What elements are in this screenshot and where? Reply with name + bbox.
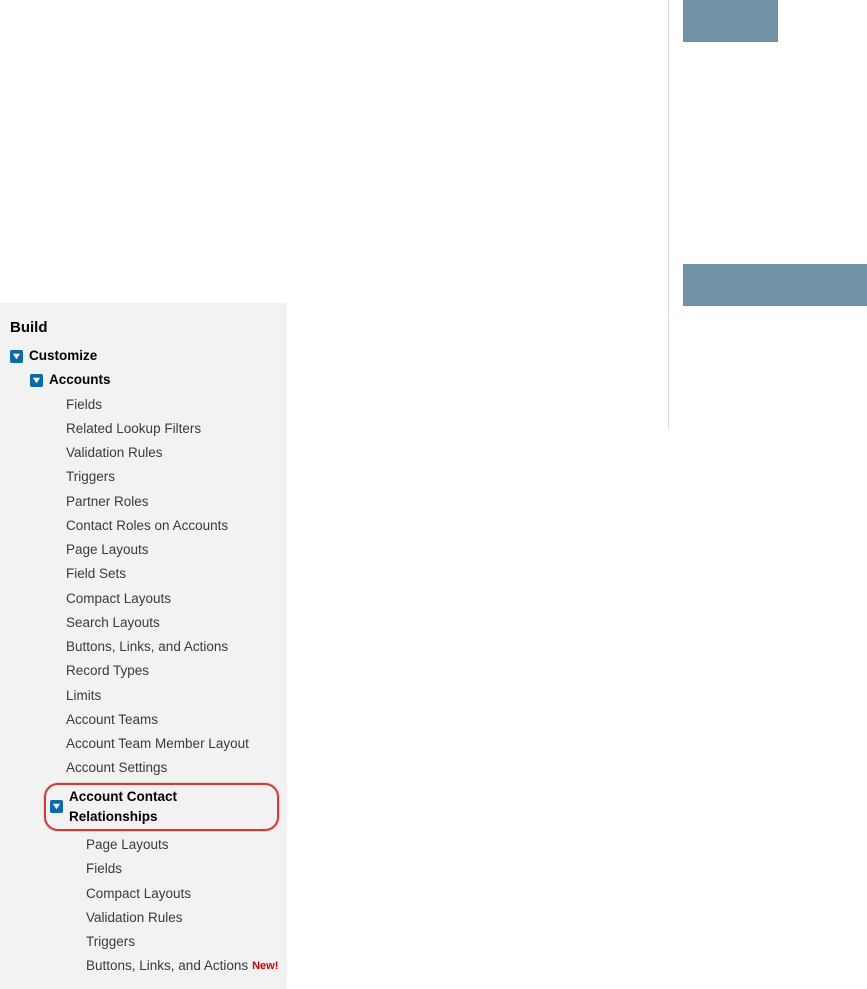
nav-item-label: Triggers: [66, 467, 115, 487]
expand-icon: [10, 350, 23, 363]
nav-customize-label: Customize: [29, 346, 97, 366]
nav-item-field-sets[interactable]: Field Sets: [8, 562, 279, 586]
divider-vertical: [668, 0, 669, 430]
nav-acr-buttons-links-actions[interactable]: Buttons, Links, and Actions New!: [8, 954, 279, 978]
banner-block-middle: [683, 264, 867, 306]
nav-acr-triggers[interactable]: Triggers: [8, 930, 279, 954]
nav-item-label: Buttons, Links, and Actions: [66, 637, 228, 657]
nav-customize[interactable]: Customize: [8, 344, 279, 368]
nav-item-label: Field Sets: [66, 564, 126, 584]
banner-block-top: [683, 0, 778, 42]
nav-accounts[interactable]: Accounts: [8, 368, 279, 392]
nav-acr-label: Account Contact Relationships: [69, 787, 269, 828]
nav-item-label: Partner Roles: [66, 492, 149, 512]
nav-acr-validation-rules[interactable]: Validation Rules: [8, 906, 279, 930]
nav-item-label: Related Lookup Filters: [66, 419, 201, 439]
nav-account-contact-relationships[interactable]: Account Contact Relationships: [8, 781, 279, 834]
nav-item-contact-roles-on-accounts[interactable]: Contact Roles on Accounts: [8, 514, 279, 538]
nav-item-compact-layouts[interactable]: Compact Layouts: [8, 587, 279, 611]
nav-item-validation-rules[interactable]: Validation Rules: [8, 441, 279, 465]
nav-item-buttons-links-actions[interactable]: Buttons, Links, and Actions: [8, 635, 279, 659]
nav-item-label: Account Settings: [66, 758, 167, 778]
expand-icon: [30, 374, 43, 387]
nav-acr-compact-layouts[interactable]: Compact Layouts: [8, 882, 279, 906]
nav-item-search-layouts[interactable]: Search Layouts: [8, 611, 279, 635]
nav-item-label: Validation Rules: [66, 443, 163, 463]
nav-accounts-label: Accounts: [49, 370, 111, 390]
nav-item-triggers[interactable]: Triggers: [8, 465, 279, 489]
nav-item-label: Page Layouts: [86, 835, 169, 855]
nav-item-record-types[interactable]: Record Types: [8, 659, 279, 683]
nav-item-limits[interactable]: Limits: [8, 684, 279, 708]
nav-item-account-settings[interactable]: Account Settings: [8, 756, 279, 780]
new-badge: New!: [252, 958, 278, 975]
nav-item-label: Record Types: [66, 661, 149, 681]
nav-item-account-team-member-layout[interactable]: Account Team Member Layout: [8, 732, 279, 756]
setup-sidebar: Build Customize Accounts Fields Related …: [0, 303, 287, 989]
nav-item-label: Account Team Member Layout: [66, 734, 249, 754]
nav-item-label: Fields: [86, 859, 122, 879]
nav-item-related-lookup-filters[interactable]: Related Lookup Filters: [8, 417, 279, 441]
nav-item-label: Compact Layouts: [86, 884, 191, 904]
nav-item-label: Limits: [66, 686, 101, 706]
expand-icon: [50, 800, 63, 813]
nav-item-label: Buttons, Links, and Actions: [86, 956, 248, 976]
nav-item-partner-roles[interactable]: Partner Roles: [8, 490, 279, 514]
nav-item-account-teams[interactable]: Account Teams: [8, 708, 279, 732]
nav-acr-fields[interactable]: Fields: [8, 857, 279, 881]
section-header-build: Build: [10, 319, 279, 336]
nav-item-label: Validation Rules: [86, 908, 183, 928]
nav-acr-page-layouts[interactable]: Page Layouts: [8, 833, 279, 857]
nav-item-label: Compact Layouts: [66, 589, 171, 609]
nav-item-label: Account Teams: [66, 710, 158, 730]
nav-item-label: Page Layouts: [66, 540, 149, 560]
nav-item-page-layouts[interactable]: Page Layouts: [8, 538, 279, 562]
nav-item-fields[interactable]: Fields: [8, 393, 279, 417]
nav-item-label: Contact Roles on Accounts: [66, 516, 228, 536]
nav-item-label: Triggers: [86, 932, 135, 952]
highlight-circle: Account Contact Relationships: [44, 783, 279, 832]
nav-item-label: Search Layouts: [66, 613, 160, 633]
nav-item-label: Fields: [66, 395, 102, 415]
